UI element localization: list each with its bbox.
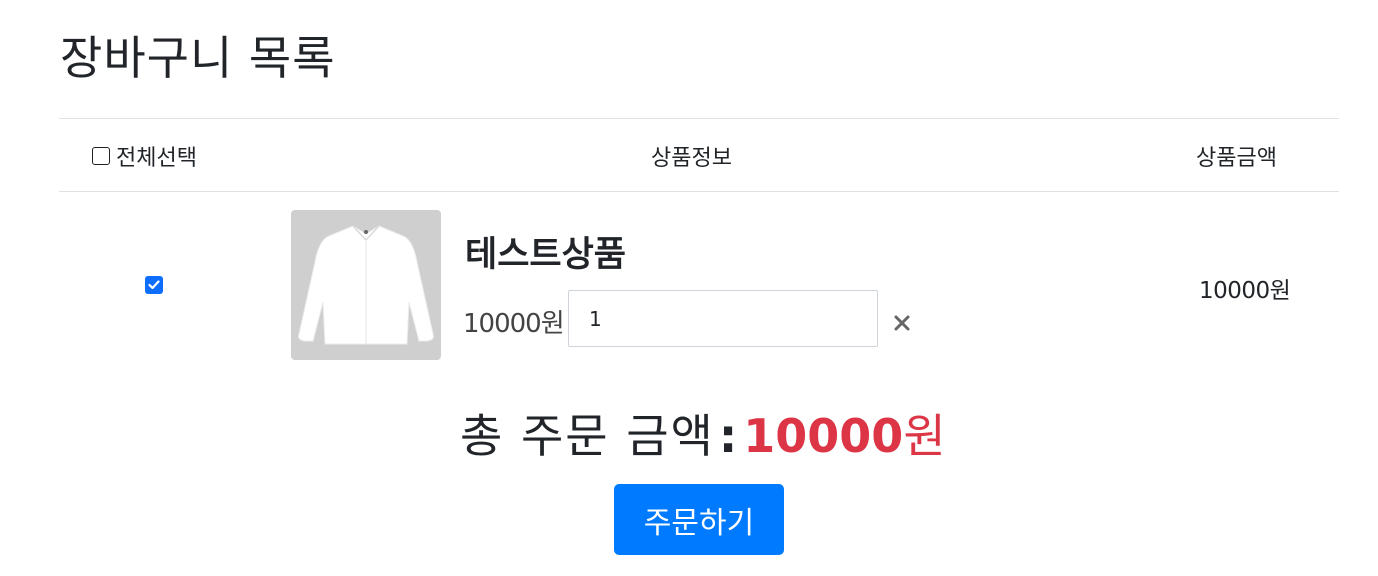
column-header-product-price: 상품금액: [1196, 146, 1277, 171]
product-image: [291, 210, 441, 360]
order-total-amount: 10000: [743, 409, 904, 463]
page-title: 장바구니 목록: [60, 31, 336, 85]
order-total: 총 주문 금액: 10000원: [460, 400, 946, 466]
item-checkbox[interactable]: [145, 276, 163, 294]
order-total-unit: 원: [903, 409, 946, 463]
remove-item-button[interactable]: [890, 309, 914, 337]
order-total-colon: :: [718, 409, 738, 463]
checkmark-icon: [148, 280, 160, 290]
line-total-price: 10000원: [1199, 278, 1291, 304]
table-top-divider: [59, 118, 1339, 119]
shirt-icon: [298, 225, 434, 345]
order-button[interactable]: 주문하기: [614, 484, 784, 555]
table-header-divider: [59, 191, 1339, 192]
product-name: 테스트상품: [465, 235, 627, 275]
column-header-product-info: 상품정보: [651, 146, 732, 171]
product-unit-price: 10000원: [463, 309, 565, 339]
select-all-control[interactable]: 전체선택: [92, 140, 197, 172]
cart-page: 장바구니 목록 전체선택 상품정보 상품금액 테스트상품 10000원 1 10…: [0, 0, 1378, 576]
close-icon: [894, 315, 910, 331]
select-all-checkbox[interactable]: [92, 147, 110, 165]
select-all-label: 전체선택: [116, 146, 197, 171]
order-total-label: 총 주문 금액: [460, 409, 715, 463]
quantity-input[interactable]: [568, 290, 878, 347]
